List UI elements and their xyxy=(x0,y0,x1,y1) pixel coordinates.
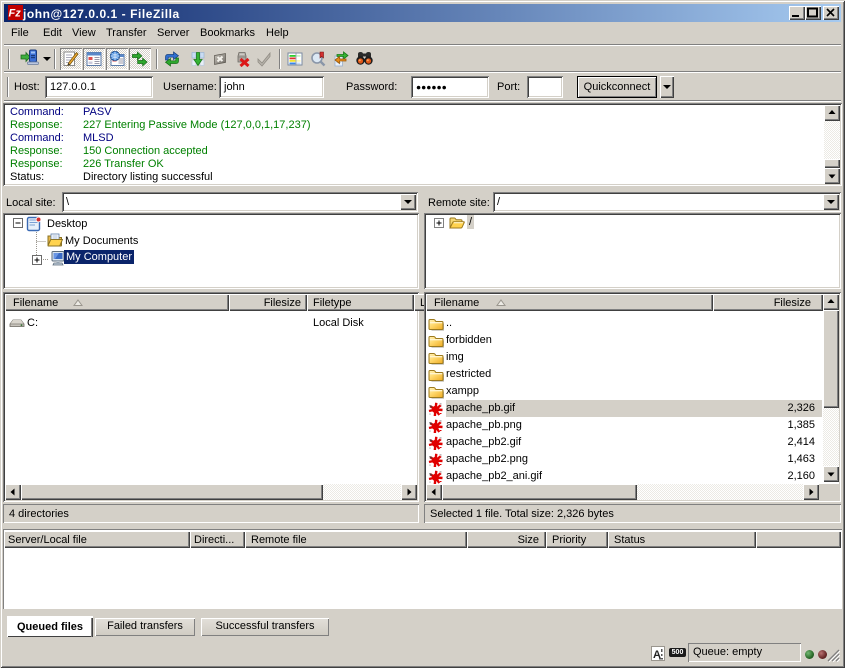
svg-text:Fz: Fz xyxy=(9,8,22,20)
